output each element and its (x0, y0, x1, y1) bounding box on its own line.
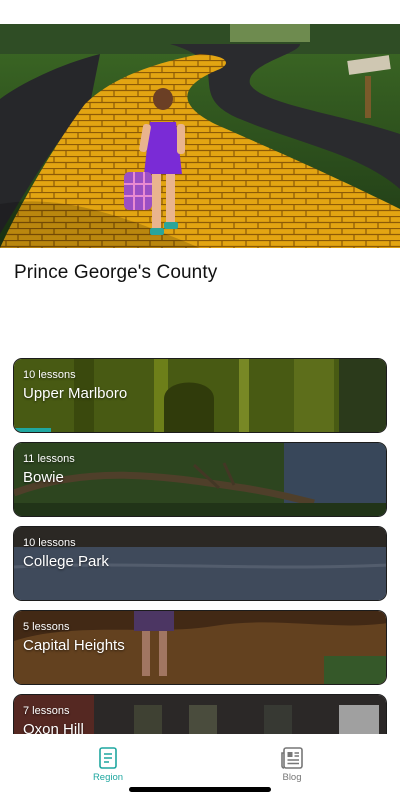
document-icon (99, 747, 117, 769)
region-progress-bar (14, 428, 52, 432)
hero-image (0, 24, 400, 248)
region-name: Capital Heights (23, 637, 125, 654)
lesson-count: 5 lessons (23, 621, 70, 633)
region-card-upper-marlboro[interactable]: 10 lessons Upper Marlboro (13, 358, 387, 433)
tab-label: Region (92, 772, 124, 783)
page-title: Prince George's County (14, 262, 218, 283)
lesson-count: 10 lessons (23, 537, 76, 549)
region-card-bowie[interactable]: 11 lessons Bowie (13, 442, 387, 517)
region-name: College Park (23, 553, 109, 570)
region-list[interactable]: 10 lessons Upper Marlboro 11 lessons Bow… (13, 358, 387, 734)
region-card-text: 10 lessons Upper Marlboro (23, 369, 127, 404)
region-name: Oxon Hill (23, 721, 84, 734)
tab-region[interactable]: Region (68, 747, 148, 783)
home-indicator[interactable] (129, 787, 271, 792)
lesson-count: 7 lessons (23, 705, 70, 717)
region-card-text: 10 lessons College Park (23, 537, 109, 572)
newspaper-icon (281, 747, 303, 769)
lesson-count: 10 lessons (23, 369, 76, 381)
lesson-count: 11 lessons (23, 453, 75, 465)
region-name: Upper Marlboro (23, 385, 128, 402)
region-card-oxon-hill[interactable]: 7 lessons Oxon Hill (13, 694, 387, 734)
region-name: Bowie (23, 469, 64, 486)
status-bar-area (0, 0, 400, 24)
region-card-college-park[interactable]: 10 lessons College Park (13, 526, 387, 601)
region-card-text: 11 lessons Bowie (23, 453, 75, 488)
region-card-text: 7 lessons Oxon Hill (23, 705, 84, 734)
region-card-text: 5 lessons Capital Heights (23, 621, 125, 656)
tab-label: Blog (282, 772, 302, 783)
region-card-capital-heights[interactable]: 5 lessons Capital Heights (13, 610, 387, 685)
tab-blog[interactable]: Blog (252, 747, 332, 783)
